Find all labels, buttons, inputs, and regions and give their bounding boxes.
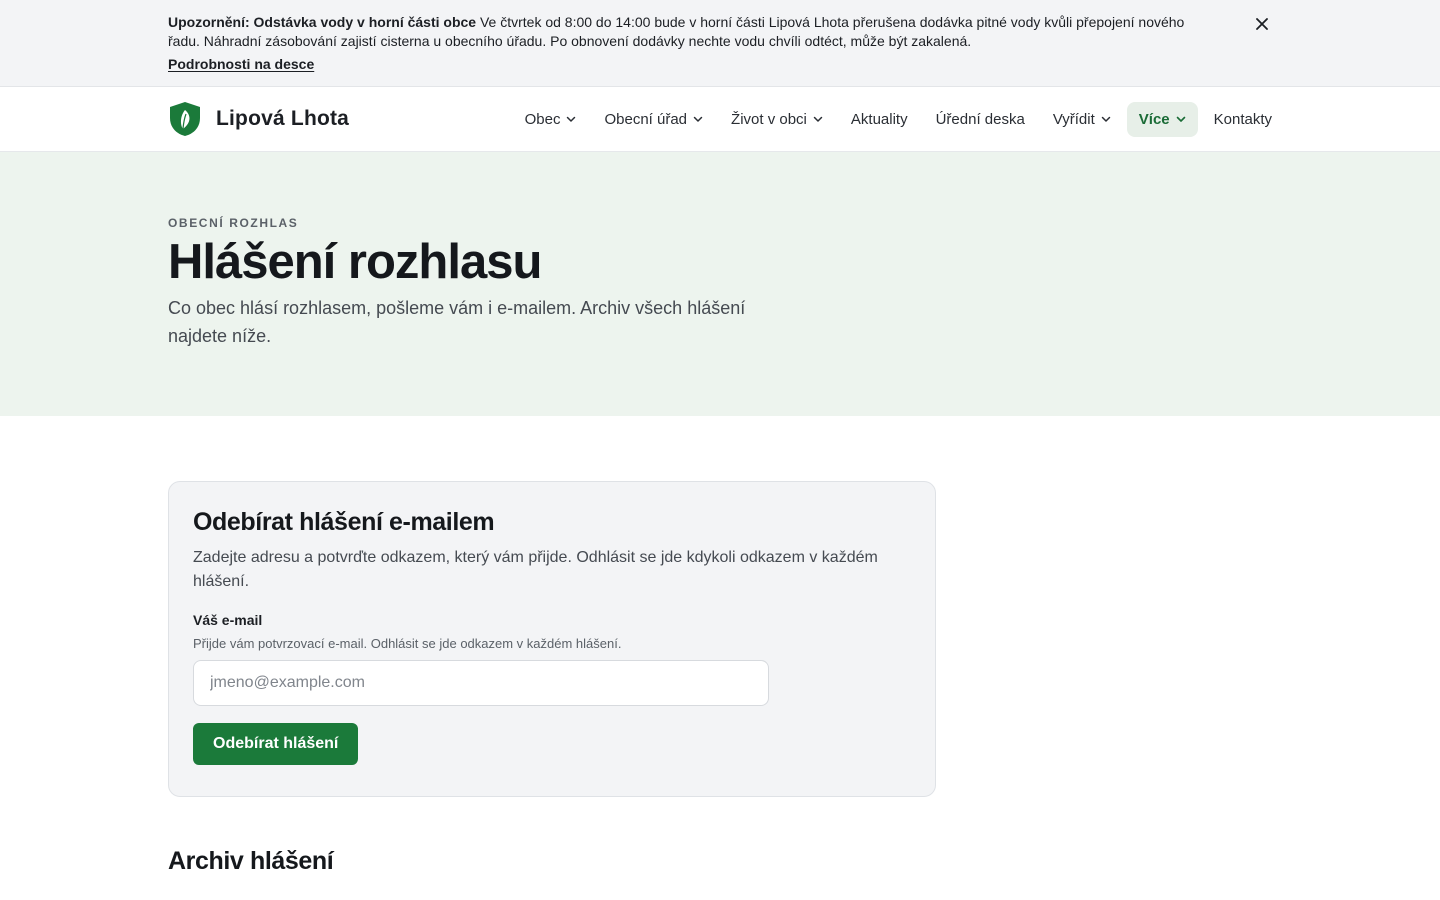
- page-lead: Co obec hlásí rozhlasem, pošleme vám i e…: [168, 298, 746, 346]
- nav-item-uredni-deska[interactable]: Úřední deska: [924, 102, 1037, 137]
- site-header: Lipová Lhota Obec Obecní úřad Život v ob…: [0, 87, 1440, 152]
- main-nav: Obec Obecní úřad Život v obci Aktuality …: [509, 101, 1272, 137]
- chevron-down-icon: [1101, 116, 1111, 122]
- nav-label: Aktuality: [850, 110, 908, 128]
- nav-item-obec[interactable]: Obec: [513, 102, 589, 137]
- email-label: Váš e-mail: [193, 612, 263, 628]
- archive-heading: Archiv hlášení: [168, 847, 334, 875]
- nav-label: Obecní úřad: [604, 110, 688, 128]
- alert-close-button[interactable]: [1252, 14, 1272, 34]
- subscribe-button[interactable]: Odebírat hlášení: [193, 723, 359, 765]
- alert-banner: Upozornění: Odstávka vody v horní části …: [0, 0, 1440, 87]
- nav-label: Úřední deska: [935, 110, 1025, 128]
- nav-item-vyridit[interactable]: Vyřídit: [1041, 102, 1123, 137]
- page-title: Hlášení rozhlasu: [168, 235, 542, 289]
- chevron-down-icon: [567, 116, 576, 122]
- nav-label: Více: [1138, 110, 1170, 128]
- nav-item-kontakty[interactable]: Kontakty: [1202, 102, 1272, 137]
- nav-label: Kontakty: [1213, 110, 1272, 128]
- site-name: Lipová Lhota: [216, 107, 350, 130]
- nav-label: Vyřídit: [1052, 110, 1095, 128]
- nav-item-obecni-urad[interactable]: Obecní úřad: [592, 102, 715, 137]
- email-input[interactable]: [193, 660, 769, 706]
- nav-label: Obec: [524, 110, 561, 128]
- nav-item-zivot-v-obci[interactable]: Život v obci: [719, 102, 835, 137]
- page-eyebrow: OBECNÍ ROZHLAS: [168, 216, 299, 230]
- page-hero: OBECNÍ ROZHLAS Hlášení rozhlasu Co obec …: [0, 152, 1440, 416]
- chevron-down-icon: [1176, 116, 1185, 122]
- main-content: Odebírat hlášení e-mailem Zadejte adresu…: [0, 481, 1440, 876]
- subscribe-title: Odebírat hlášení e-mailem: [193, 508, 495, 536]
- nav-item-aktuality[interactable]: Aktuality: [839, 102, 920, 137]
- nav-item-vice[interactable]: Více: [1126, 101, 1198, 137]
- site-logo[interactable]: Lipová Lhota: [168, 101, 349, 137]
- chevron-down-icon: [813, 116, 823, 122]
- shield-leaf-icon: [170, 102, 200, 136]
- alert-title: Upozornění: Odstávka vody v horní části …: [168, 14, 477, 30]
- subscribe-description: Zadejte adresu a potvrďte odkazem, který…: [193, 549, 878, 590]
- alert-details-link[interactable]: Podrobnosti na desce: [168, 56, 314, 72]
- nav-label: Život v obci: [731, 110, 807, 128]
- close-icon: [1256, 18, 1268, 30]
- chevron-down-icon: [693, 116, 703, 122]
- alert-message: Upozornění: Odstávka vody v horní části …: [168, 13, 1198, 51]
- subscribe-card: Odebírat hlášení e-mailem Zadejte adresu…: [168, 481, 936, 797]
- email-hint: Přijde vám potvrzovací e-mail. Odhlásit …: [193, 636, 622, 651]
